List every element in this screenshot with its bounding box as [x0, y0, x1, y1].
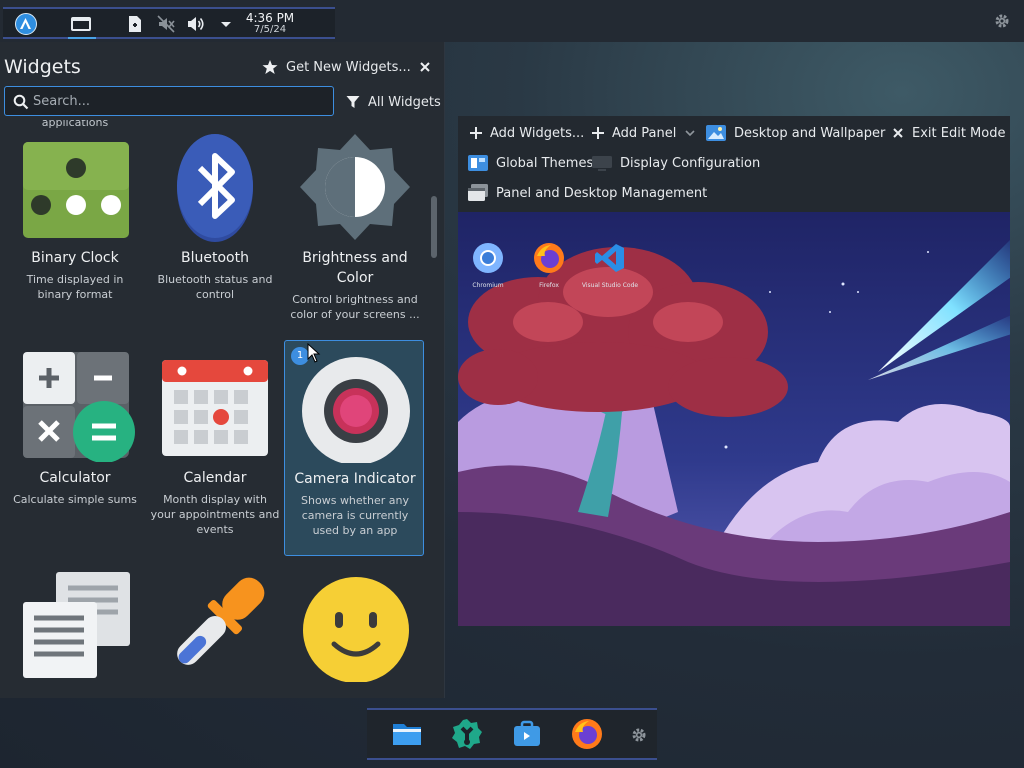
calendar-icon — [145, 352, 285, 462]
widget-desc: Month display with your appointments and… — [150, 493, 280, 536]
widget-name: Calculator — [39, 470, 111, 486]
widget-name: Bluetooth — [181, 250, 249, 266]
widget-tile-calendar[interactable]: Calendar Month display with your appoint… — [145, 340, 285, 556]
widget-tile-calculator[interactable]: Calculator Calculate simple sums — [5, 340, 145, 556]
top-panel-group: 4:36 PM 7/5/24 — [3, 7, 335, 39]
desktop-icon-label: Chromium — [472, 282, 504, 289]
chevron-down-icon — [685, 130, 695, 137]
filter-icon — [346, 96, 360, 108]
clock-time: 4:36 PM — [245, 11, 295, 25]
display-configuration-button[interactable]: Display Configuration — [592, 152, 760, 174]
clock-date: 7/5/24 — [253, 24, 287, 35]
widgets-title: Widgets — [4, 56, 81, 78]
widget-tile-notes[interactable] — [5, 560, 145, 698]
widgets-explorer: Widgets Get New Widgets... All Widgets a… — [0, 42, 444, 698]
scrollbar-thumb[interactable] — [431, 196, 437, 258]
expand-tray-icon[interactable] — [216, 14, 236, 34]
widget-scrollbar[interactable] — [426, 120, 444, 698]
desktop-wallpaper-label: Desktop and Wallpaper — [734, 125, 886, 141]
widget-grid: applications Binary Clock Time displayed… — [0, 120, 426, 698]
widget-tile-brightness[interactable]: Brightness and Color Control brightness … — [285, 120, 425, 336]
mouse-cursor — [307, 343, 321, 363]
volume-icon[interactable] — [186, 14, 206, 34]
dock-settings-icon[interactable] — [631, 727, 647, 743]
system-settings-icon[interactable] — [451, 718, 483, 750]
widget-name: Calendar — [183, 470, 247, 486]
search-icon — [13, 94, 29, 110]
global-themes-label: Global Themes — [496, 155, 594, 171]
plus-icon — [470, 127, 482, 139]
firefox-icon[interactable] — [571, 718, 603, 750]
task-manager-icon[interactable] — [66, 9, 96, 39]
widget-tile-binary-clock[interactable]: Binary Clock Time displayed in binary fo… — [5, 120, 145, 336]
close-icon[interactable] — [418, 59, 432, 73]
display-configuration-label: Display Configuration — [620, 155, 761, 171]
app-launcher-icon[interactable] — [15, 13, 37, 35]
mic-muted-icon[interactable] — [156, 14, 176, 34]
notes-widget-icon — [5, 572, 145, 682]
clock[interactable]: 4:36 PM 7/5/24 — [243, 12, 297, 35]
file-manager-icon[interactable] — [391, 718, 423, 750]
camera-indicator-icon — [285, 353, 425, 463]
notes-icon[interactable] — [125, 14, 145, 34]
filter-button[interactable]: All Widgets — [346, 92, 441, 112]
desktop-icon-label: Firefox — [539, 282, 559, 289]
panel-settings-icon[interactable] — [994, 13, 1010, 29]
search-input[interactable] — [33, 91, 323, 111]
desktop-preview[interactable]: Chromium Firefox Visual Studio Code — [458, 212, 1010, 626]
filter-label: All Widgets — [368, 94, 441, 110]
get-new-widgets-label: Get New Widgets... — [286, 59, 411, 75]
edit-mode-toolbar: Add Widgets... Add Panel Desktop and Wal… — [458, 116, 1010, 212]
add-widgets-button[interactable]: Add Widgets... — [470, 122, 584, 144]
widget-desc: Time displayed in binary format — [26, 273, 124, 301]
global-themes-button[interactable]: Global Themes — [468, 152, 593, 174]
widget-desc: Bluetooth status and control — [157, 273, 273, 301]
add-panel-label: Add Panel — [612, 125, 677, 141]
panel-desktop-management-label: Panel and Desktop Management — [496, 185, 708, 201]
bluetooth-icon — [145, 132, 285, 242]
desktop-wallpaper-button[interactable]: Desktop and Wallpaper — [706, 122, 885, 144]
add-widgets-label: Add Widgets... — [490, 125, 585, 141]
widget-tile-camera-indicator[interactable]: 1 Camera Indicator Shows whether any cam… — [284, 340, 424, 556]
search-field[interactable] — [4, 86, 334, 116]
star-icon — [262, 60, 278, 74]
color-picker-icon — [145, 572, 285, 682]
exit-edit-mode-label: Exit Edit Mode — [912, 125, 1006, 141]
add-panel-button[interactable]: Add Panel — [592, 122, 696, 144]
exit-edit-mode-button[interactable]: Exit Edit Mode — [892, 122, 1005, 144]
top-panel: 4:36 PM 7/5/24 — [0, 0, 1024, 42]
panel-desktop-management-button[interactable]: Panel and Desktop Management — [468, 182, 707, 204]
panel-management-icon — [468, 184, 488, 201]
desktop-icon-firefox[interactable]: Firefox — [519, 242, 579, 290]
widget-tile-bluetooth[interactable]: Bluetooth Bluetooth status and control — [145, 120, 285, 336]
firefox-icon — [534, 243, 564, 273]
close-icon — [893, 128, 903, 138]
widget-name: Camera Indicator — [294, 471, 416, 487]
desktop-icon-vscode[interactable]: Visual Studio Code — [580, 242, 640, 290]
plus-icon — [592, 127, 604, 139]
wallpaper-icon — [706, 125, 726, 141]
smiley-icon — [285, 572, 425, 682]
discover-store-icon[interactable] — [511, 718, 543, 750]
desktop-icon-label: Visual Studio Code — [581, 282, 639, 289]
desktop-icon-chromium[interactable]: Chromium — [458, 242, 518, 290]
widget-desc: Control brightness and color of your scr… — [290, 293, 420, 321]
display-icon — [592, 156, 612, 171]
chromium-icon — [473, 243, 503, 273]
widget-name: Brightness and Color — [302, 250, 408, 286]
widget-tile-smiley[interactable] — [285, 560, 425, 698]
calculator-icon — [5, 352, 145, 462]
widget-name: Binary Clock — [31, 250, 119, 266]
binary-clock-icon — [5, 132, 145, 242]
vscode-icon — [595, 244, 624, 272]
widget-desc: Shows whether any camera is currently us… — [301, 494, 409, 537]
bottom-dock — [367, 708, 657, 760]
themes-icon — [468, 155, 488, 171]
get-new-widgets-button[interactable]: Get New Widgets... — [262, 57, 411, 77]
widget-desc: Calculate simple sums — [13, 493, 137, 506]
widget-tile-color-picker[interactable] — [145, 560, 285, 698]
brightness-icon — [285, 132, 425, 242]
panel-divider — [444, 42, 445, 698]
